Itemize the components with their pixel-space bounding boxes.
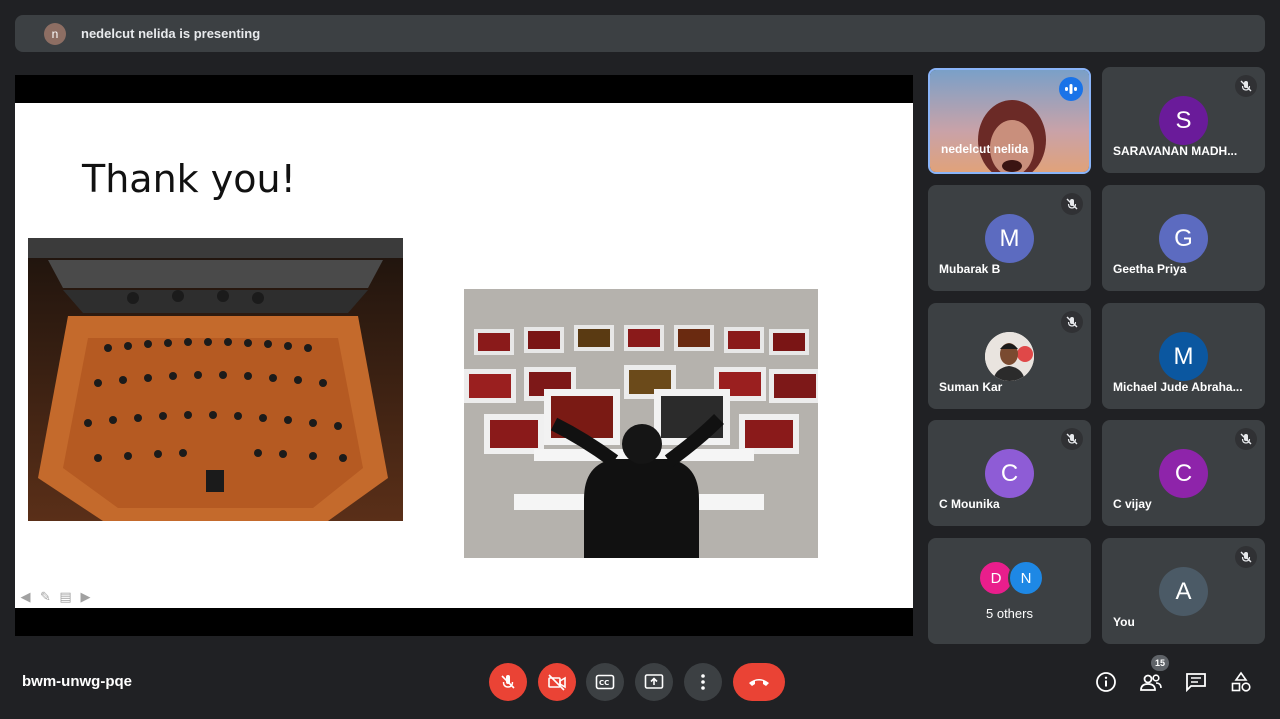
participant-tile-you[interactable]: A You	[1102, 538, 1265, 644]
mic-off-icon	[1235, 428, 1257, 450]
participant-tile-others[interactable]: D N 5 others	[928, 538, 1091, 644]
orchestra-image	[28, 238, 403, 521]
hang-up-icon	[749, 679, 769, 686]
presentation-stage[interactable]: Thank you! ◀ ✎ ▤ ▶	[15, 75, 913, 636]
participant-name: You	[1113, 615, 1135, 629]
others-label: 5 others	[986, 606, 1033, 621]
participant-name: C Mounika	[939, 497, 1000, 511]
conductor-computers-image	[464, 289, 818, 558]
activities-button[interactable]	[1228, 669, 1254, 695]
more-vert-icon	[701, 674, 705, 690]
avatar: N	[1008, 560, 1044, 596]
participant-tile-c-vijay[interactable]: C C vijay	[1102, 420, 1265, 526]
more-options-button[interactable]	[684, 663, 722, 701]
captions-button[interactable]: CC	[586, 663, 624, 701]
participant-name: nedelcut nelida	[941, 142, 1029, 156]
presenter-avatar: n	[44, 22, 66, 45]
camera-toggle-button[interactable]	[538, 663, 576, 701]
mic-off-icon	[1061, 193, 1083, 215]
participant-tile-michael[interactable]: M Michael Jude Abraha...	[1102, 303, 1265, 409]
leave-call-button[interactable]	[733, 663, 785, 701]
avatar: M	[1159, 332, 1208, 381]
speaking-indicator-icon	[1059, 77, 1083, 101]
present-now-button[interactable]	[635, 663, 673, 701]
participant-name: Geetha Priya	[1113, 262, 1187, 276]
microphone-toggle-button[interactable]	[489, 663, 527, 701]
participant-name: Michael Jude Abraha...	[1113, 380, 1243, 394]
info-icon	[1096, 672, 1116, 692]
pencil-icon[interactable]: ✎	[37, 588, 54, 605]
participant-name: Suman Kar	[939, 380, 1003, 394]
participant-name: SARAVANAN MADH...	[1113, 144, 1238, 158]
avatar	[985, 332, 1034, 381]
participant-name: Mubarak B	[939, 262, 1001, 276]
avatar: C	[1159, 449, 1208, 498]
presentation-slide: Thank you! ◀ ✎ ▤ ▶	[15, 103, 913, 608]
others-avatars: D N	[978, 560, 1044, 596]
present-screen-icon	[644, 674, 664, 689]
next-slide-icon[interactable]: ▶	[77, 588, 94, 605]
participant-tile-nedelcut-nelida[interactable]: nedelcut nelida	[928, 68, 1091, 174]
avatar: G	[1159, 214, 1208, 263]
notes-icon[interactable]: ▤	[57, 588, 74, 605]
mic-off-icon	[1235, 546, 1257, 568]
people-icon	[1140, 674, 1162, 691]
presenting-text: nedelcut nelida is presenting	[81, 26, 261, 41]
mic-off-icon	[1061, 428, 1083, 450]
bottom-control-bar: bwm-unwg-pqe CC 15	[0, 655, 1280, 719]
participant-name: C vijay	[1113, 497, 1152, 511]
avatar: A	[1159, 567, 1208, 616]
avatar: C	[985, 449, 1034, 498]
activities-shapes-icon	[1231, 671, 1251, 692]
closed-captions-icon: CC	[595, 674, 615, 690]
participant-tile-saravanan[interactable]: S SARAVANAN MADH...	[1102, 67, 1265, 173]
presenting-banner: n nedelcut nelida is presenting	[15, 15, 1265, 52]
previous-slide-icon[interactable]: ◀	[17, 588, 34, 605]
chat-button[interactable]	[1183, 669, 1209, 695]
people-count-badge: 15	[1151, 655, 1169, 671]
slide-controls: ◀ ✎ ▤ ▶	[17, 588, 94, 606]
meeting-code: bwm-unwg-pqe	[22, 673, 132, 690]
participant-tile-suman[interactable]: Suman Kar	[928, 303, 1091, 409]
participant-tile-geetha[interactable]: G Geetha Priya	[1102, 185, 1265, 291]
avatar: S	[1159, 96, 1208, 145]
camera-off-icon	[548, 674, 566, 691]
participant-tile-c-mounika[interactable]: C C Mounika	[928, 420, 1091, 526]
mic-off-icon	[501, 675, 515, 689]
chat-icon	[1186, 673, 1206, 692]
avatar: M	[985, 214, 1034, 263]
svg-text:CC: CC	[599, 679, 609, 687]
meeting-details-button[interactable]	[1093, 669, 1119, 695]
slide-title: Thank you!	[82, 157, 296, 201]
participant-tile-mubarak[interactable]: M Mubarak B	[928, 185, 1091, 291]
mic-off-icon	[1061, 311, 1083, 333]
mic-off-icon	[1235, 75, 1257, 97]
people-button[interactable]	[1138, 669, 1164, 695]
